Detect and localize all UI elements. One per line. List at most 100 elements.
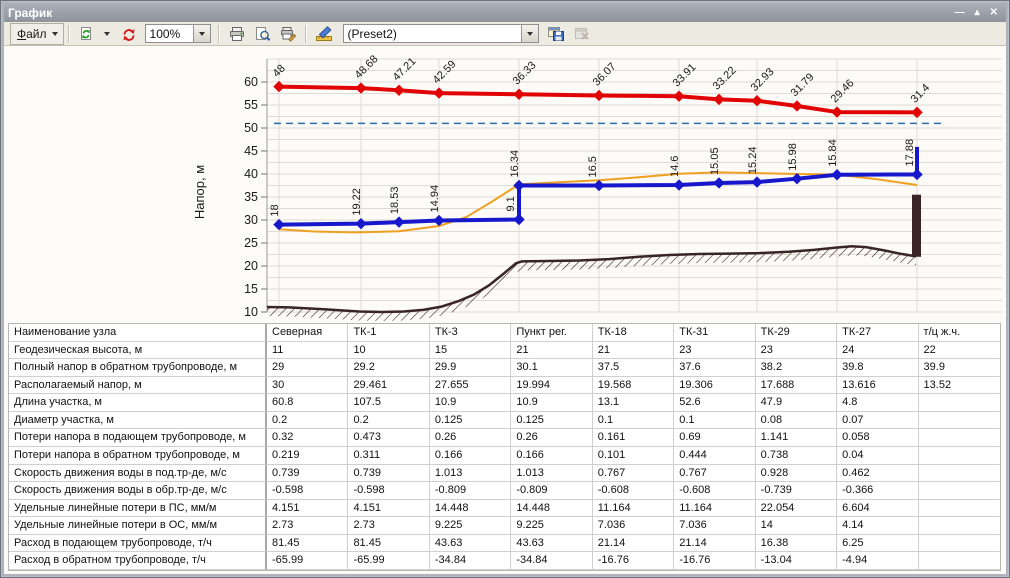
table-cell: 10 — [348, 342, 429, 360]
refresh-button[interactable] — [74, 23, 98, 45]
table-cell: 37.6 — [674, 359, 755, 377]
table-cell: 16.38 — [756, 535, 837, 553]
y-tick-label: 15 — [244, 282, 258, 296]
table-cell: 0.26 — [430, 429, 511, 447]
table-cell: 17.688 — [756, 377, 837, 395]
refresh-options-button[interactable] — [98, 23, 116, 45]
table-cell: 0.058 — [837, 429, 918, 447]
table-cell: ТК-29 — [756, 324, 837, 342]
table-cell: 0.04 — [837, 447, 918, 465]
table-cell — [919, 429, 1000, 447]
supply-head-point-label: 48.68 — [353, 53, 381, 81]
y-tick-label: 45 — [244, 144, 258, 158]
save-preset-button[interactable] — [543, 23, 569, 45]
table-cell — [919, 552, 1000, 570]
reload-button[interactable] — [116, 23, 142, 45]
y-axis-title: Напор, м — [192, 165, 207, 219]
table-cell: Пункт рег. — [511, 324, 592, 342]
table-cell: 0.767 — [674, 465, 755, 483]
table-cell: -4.94 — [837, 552, 918, 570]
terrain-profile — [267, 195, 921, 321]
delete-preset-button[interactable] — [569, 23, 595, 45]
table-cell: 0.166 — [511, 447, 592, 465]
chart-settings-icon — [315, 26, 335, 42]
table-cell: -13.04 — [756, 552, 837, 570]
page-setup-button[interactable] — [275, 23, 301, 45]
table-cell: 29 — [267, 359, 348, 377]
table-row-label: Скорость движения воды в под.тр-де, м/с — [9, 465, 267, 483]
preset-combobox[interactable]: (Preset2) — [343, 24, 539, 43]
file-menu-button[interactable]: Файл — [10, 23, 64, 45]
table-cell: 38.2 — [756, 359, 837, 377]
table-cell — [919, 517, 1000, 535]
y-tick-label: 60 — [244, 75, 258, 89]
table-cell: 0.767 — [593, 465, 674, 483]
table-cell: 1.013 — [430, 465, 511, 483]
toolbar-separator — [68, 25, 70, 43]
results-table: Наименование узлаСевернаяТК-1ТК-3Пункт р… — [8, 323, 1001, 571]
maximize-button[interactable]: ▴ — [975, 8, 980, 18]
window-title: График — [8, 6, 955, 20]
table-cell: 30.1 — [511, 359, 592, 377]
close-button[interactable]: ✕ — [990, 8, 998, 18]
table-cell: 43.63 — [511, 535, 592, 553]
table-cell: -16.76 — [674, 552, 755, 570]
supply-head-series: 4848.6847.2142.5936.3336.0733.9133.2232.… — [271, 53, 933, 117]
table-cell: -34.84 — [430, 552, 511, 570]
table-cell: ТК-27 — [837, 324, 918, 342]
zoom-dropdown-button[interactable] — [193, 25, 210, 42]
chart-settings-button[interactable] — [311, 23, 339, 45]
print-button[interactable] — [224, 23, 250, 45]
return-head-point-label: 15.84 — [827, 139, 839, 167]
toolbar-separator — [305, 25, 307, 43]
table-cell — [919, 465, 1000, 483]
table-row-label: Геодезическая высота, м — [9, 342, 267, 360]
table-cell: -65.99 — [267, 552, 348, 570]
refresh-page-icon — [78, 26, 94, 42]
table-cell: 43.63 — [430, 535, 511, 553]
table-cell: -65.99 — [348, 552, 429, 570]
print-preview-button[interactable] — [250, 23, 275, 45]
zoom-combobox[interactable]: 100% — [145, 24, 211, 43]
y-tick-label: 35 — [244, 190, 258, 204]
table-cell: -16.76 — [593, 552, 674, 570]
table-cell: 0.1 — [593, 412, 674, 430]
table-cell: 7.036 — [674, 517, 755, 535]
return-head-point-label: 19.22 — [351, 188, 363, 216]
table-cell: 15 — [430, 342, 511, 360]
table-cell: 60.8 — [267, 394, 348, 412]
minimize-button[interactable]: — — [955, 8, 965, 18]
y-tick-label: 40 — [244, 167, 258, 181]
supply-head-point-label: 29.46 — [829, 77, 857, 105]
supply-head-point-label: 47.21 — [391, 55, 419, 83]
page-setup-icon — [279, 26, 297, 42]
table-cell: -34.84 — [511, 552, 592, 570]
table-cell: 13.1 — [593, 394, 674, 412]
table-row-label: Потери напора в подающем трубопроводе, м — [9, 429, 267, 447]
table-cell: 23 — [674, 342, 755, 360]
table-cell: 29.2 — [348, 359, 429, 377]
chevron-down-icon — [104, 32, 110, 36]
delete-preset-icon — [573, 26, 591, 42]
table-cell: 19.568 — [593, 377, 674, 395]
table-cell: 52.6 — [674, 394, 755, 412]
supply-head-point-label: 48 — [271, 63, 288, 80]
table-cell: 9.225 — [430, 517, 511, 535]
preset-dropdown-button[interactable] — [521, 25, 538, 42]
table-cell: 23 — [756, 342, 837, 360]
table-row-label: Длина участка, м — [9, 394, 267, 412]
table-cell: 22 — [919, 342, 1000, 360]
table-cell: 4.151 — [348, 500, 429, 518]
table-cell: 107.5 — [348, 394, 429, 412]
table-cell: 0.101 — [593, 447, 674, 465]
table-cell: 30 — [267, 377, 348, 395]
window-titlebar[interactable]: График — ▴ ✕ — [4, 4, 1006, 22]
table-cell: 10.9 — [430, 394, 511, 412]
table-cell: 1.013 — [511, 465, 592, 483]
table-row-label: Располагаемый напор, м — [9, 377, 267, 395]
zoom-value: 100% — [146, 27, 193, 41]
table-cell: 0.739 — [267, 465, 348, 483]
table-cell: 0.161 — [593, 429, 674, 447]
table-cell: 14.448 — [430, 500, 511, 518]
table-cell: 0.2 — [348, 412, 429, 430]
